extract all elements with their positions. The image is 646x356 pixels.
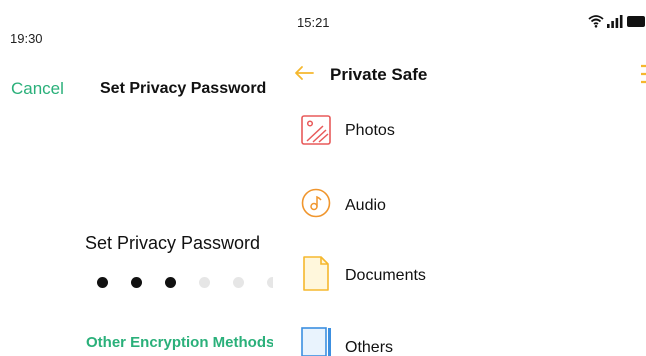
pin-dot-filled <box>131 277 142 288</box>
status-time: 19:30 <box>10 31 43 46</box>
pin-dot-filled <box>97 277 108 288</box>
audio-icon <box>301 188 331 218</box>
more-icon[interactable] <box>641 64 646 84</box>
page-title: Set Privacy Password <box>100 80 267 97</box>
cancel-button[interactable]: Cancel <box>11 79 64 99</box>
back-arrow-icon[interactable] <box>294 65 314 81</box>
category-photos[interactable]: Photos <box>273 106 646 156</box>
signal-icon <box>607 15 623 28</box>
set-password-screen: 19:30 Cancel Set Privacy Password Set Pr… <box>0 0 273 356</box>
category-label: Audio <box>345 197 386 214</box>
category-documents[interactable]: Documents <box>273 250 646 300</box>
battery-icon <box>627 16 645 27</box>
category-others[interactable]: Others <box>273 322 646 356</box>
wifi-icon <box>588 15 604 28</box>
category-label: Photos <box>345 122 395 139</box>
category-audio[interactable]: Audio <box>273 180 646 230</box>
page-title: Private Safe <box>330 65 428 84</box>
status-time: 15:21 <box>297 15 330 30</box>
category-label: Others <box>345 339 394 356</box>
documents-icon <box>303 256 329 291</box>
pin-dot-empty <box>199 277 210 288</box>
private-safe-screen: 15:21 Private Safe Photos Audio Document… <box>273 0 646 356</box>
password-prompt: Set Privacy Password <box>85 233 261 253</box>
other-encryption-methods-link[interactable]: Other Encryption Methods <box>86 334 273 351</box>
pin-dot-empty <box>233 277 244 288</box>
category-label: Documents <box>345 267 426 284</box>
photos-icon <box>301 115 331 145</box>
pin-dot-filled <box>165 277 176 288</box>
others-icon <box>301 327 331 356</box>
